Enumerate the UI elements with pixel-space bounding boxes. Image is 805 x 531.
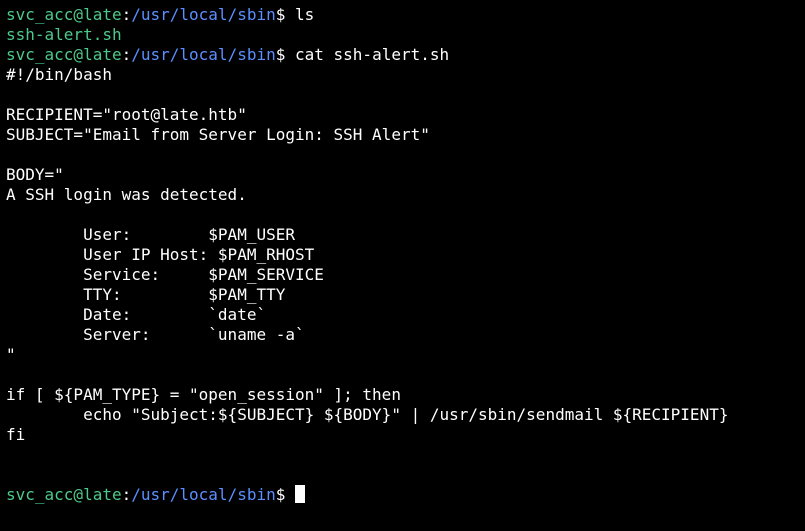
command-text: cat ssh-alert.sh: [295, 45, 450, 64]
output-line: RECIPIENT="root@late.htb": [6, 105, 247, 124]
output-line: TTY: $PAM_TTY: [6, 285, 286, 304]
terminal-window[interactable]: svc_acc@late:/usr/local/sbin$ ls ssh-ale…: [0, 0, 805, 531]
output-line: BODY=": [6, 165, 64, 184]
output-line: ": [6, 345, 16, 364]
prompt-path: /usr/local/sbin: [131, 5, 276, 24]
prompt-suffix: $: [275, 485, 295, 504]
prompt-line: svc_acc@late:/usr/local/sbin$ cat ssh-al…: [6, 45, 805, 65]
prompt-suffix: $: [275, 5, 295, 24]
command-text: ls: [295, 5, 315, 24]
prompt-line: svc_acc@late:/usr/local/sbin$ ls: [6, 5, 805, 25]
prompt-separator: :: [121, 5, 132, 24]
output-line: #!/bin/bash: [6, 65, 112, 84]
output-line: Service: $PAM_SERVICE: [6, 265, 324, 284]
output-line: echo "Subject:${SUBJECT} ${BODY}" | /usr…: [6, 405, 729, 424]
text-cursor[interactable]: [295, 485, 305, 503]
prompt-separator: :: [121, 45, 132, 64]
output-line: Date: `date`: [6, 305, 267, 324]
ls-output: ssh-alert.sh: [6, 25, 122, 44]
prompt-path: /usr/local/sbin: [131, 485, 276, 504]
prompt-separator: :: [121, 485, 132, 504]
output-line: Server: `uname -a`: [6, 325, 305, 344]
output-line: if [ ${PAM_TYPE} = "open_session" ]; the…: [6, 385, 401, 404]
prompt-suffix: $: [275, 45, 295, 64]
prompt-user-host: svc_acc@late: [6, 485, 122, 504]
output-line: User IP Host: $PAM_RHOST: [6, 245, 315, 264]
prompt-user-host: svc_acc@late: [6, 45, 122, 64]
prompt-line[interactable]: svc_acc@late:/usr/local/sbin$: [6, 485, 805, 505]
prompt-path: /usr/local/sbin: [131, 45, 276, 64]
output-line: SUBJECT="Email from Server Login: SSH Al…: [6, 125, 430, 144]
output-line: User: $PAM_USER: [6, 225, 295, 244]
prompt-user-host: svc_acc@late: [6, 5, 122, 24]
output-line: fi: [6, 425, 26, 444]
output-line: A SSH login was detected.: [6, 185, 247, 204]
